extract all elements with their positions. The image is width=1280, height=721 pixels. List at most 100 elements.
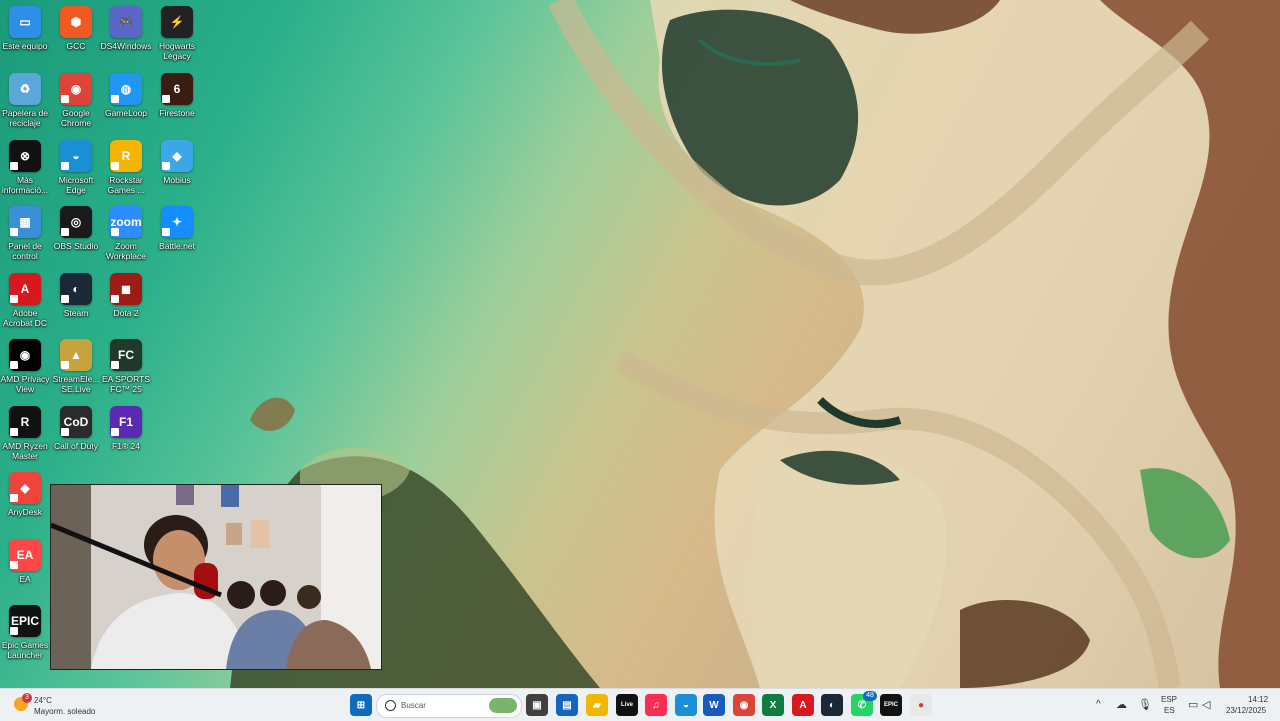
desktop-icon[interactable]: zoom Zoom Workplace: [101, 202, 151, 266]
desktop-icon[interactable]: F1 F1® 24: [101, 402, 151, 466]
desktop-icon-label: GameLoop: [104, 108, 148, 118]
shortcut-arrow-icon: [10, 561, 18, 569]
app-icon: ▭: [9, 6, 41, 38]
desktop-icon[interactable]: ⬢ GCC: [51, 2, 101, 66]
desktop-icon[interactable]: EA EA: [0, 535, 50, 599]
weather-widget[interactable]: 3 24°C Mayorm. soleado: [10, 691, 120, 719]
app-chrome[interactable]: ◉: [733, 694, 755, 716]
desktop-icon-label: AMD Ryzen Master: [2, 441, 48, 461]
desktop-icon[interactable]: R AMD Ryzen Master: [0, 402, 50, 466]
desktop-icon-label: Epic Games Launcher: [1, 640, 49, 660]
desktop-icon-label: Adobe Acrobat DC: [3, 308, 47, 328]
desktop-icon[interactable]: ◎ OBS Studio: [51, 202, 101, 266]
desktop-icon[interactable]: EPIC Epic Games Launcher: [0, 601, 50, 665]
desktop-icon[interactable]: ◉ AMD Privacy View: [0, 335, 50, 399]
desktop-icon[interactable]: ◆ AnyDesk: [0, 468, 50, 532]
desktop-icon[interactable]: ◉ Google Chrome: [51, 69, 101, 133]
desktop-icon-label: Papelera de reciclaje: [2, 108, 48, 128]
app-icon: 🎮: [110, 6, 142, 38]
shortcut-arrow-icon: [10, 162, 18, 170]
shortcut-arrow-icon: [111, 162, 119, 170]
shortcut-arrow-icon: [61, 295, 69, 303]
desktop-icon-label: StreamEle... SE.Live: [52, 374, 100, 394]
search-box[interactable]: Buscar: [376, 694, 522, 718]
desktop-icon[interactable]: CoD Call of Duty: [51, 402, 101, 466]
search-icon: [385, 700, 396, 711]
app-task-view[interactable]: ▣: [526, 694, 548, 716]
desktop-icon[interactable]: ✦ Battle.net: [152, 202, 202, 266]
shortcut-arrow-icon: [111, 428, 119, 436]
desktop-icon-label: Panel de control: [8, 241, 42, 261]
app-acrobat[interactable]: A: [792, 694, 814, 716]
desktop-icon[interactable]: ◒ Microsoft Edge: [51, 136, 101, 200]
shortcut-arrow-icon: [162, 228, 170, 236]
desktop-icon-label: Mobius: [163, 175, 191, 185]
desktop-icon-label: F1® 24: [112, 441, 140, 451]
desktop-icon[interactable]: ▲ StreamEle... SE.Live: [51, 335, 101, 399]
desktop-icon-label: EA: [19, 574, 31, 584]
shortcut-arrow-icon: [10, 361, 18, 369]
search-input[interactable]: Buscar: [401, 701, 426, 710]
shortcut-arrow-icon: [10, 627, 18, 635]
app-icon: ♻: [9, 73, 41, 105]
desktop-icon[interactable]: ◍ GameLoop: [101, 69, 151, 133]
shortcut-arrow-icon: [111, 95, 119, 103]
tray-language-top[interactable]: ESP: [1161, 695, 1177, 704]
shortcut-arrow-icon: [61, 95, 69, 103]
tray-onedrive-icon[interactable]: ☁: [1116, 698, 1127, 711]
app-steam[interactable]: ◐: [821, 694, 843, 716]
desktop-icon[interactable]: ♻ Papelera de reciclaje: [0, 69, 50, 133]
shortcut-arrow-icon: [111, 361, 119, 369]
app-epic[interactable]: EPIC: [880, 694, 902, 716]
tray-volume-icon[interactable]: ◁: [1202, 698, 1210, 711]
start-button[interactable]: ⊞: [350, 694, 372, 716]
tray-network-icon[interactable]: ▭: [1188, 698, 1198, 711]
desktop-icon[interactable]: R Rockstar Games ...: [101, 136, 151, 200]
shortcut-arrow-icon: [10, 428, 18, 436]
desktop-icon[interactable]: ▭ Este equipo: [0, 2, 50, 66]
desktop-icon[interactable]: ⊗ Más informació...: [0, 136, 50, 200]
desktop-icon[interactable]: ⚡ Hogwarts Legacy: [152, 2, 202, 66]
weather-badge: 3: [22, 693, 32, 703]
tray-mic-icon[interactable]: 🎙: [1138, 698, 1152, 711]
app-file-explorer[interactable]: ▰: [586, 694, 608, 716]
desktop-icon-label: AnyDesk: [7, 507, 42, 517]
tray-language-bottom[interactable]: ES: [1164, 706, 1175, 715]
desktop-icon[interactable]: 6 Firestone: [152, 69, 202, 133]
desktop-icon[interactable]: ◐ Steam: [51, 269, 101, 333]
shortcut-arrow-icon: [162, 162, 170, 170]
desktop-icon-label: Dota 2: [113, 308, 139, 318]
search-highlight-icon: [489, 698, 517, 713]
app-paint[interactable]: ●: [910, 694, 932, 716]
shortcut-arrow-icon: [61, 361, 69, 369]
shortcut-arrow-icon: [10, 295, 18, 303]
desktop-icon-label: EA SPORTS FC™ 25: [101, 374, 151, 394]
desktop-icon[interactable]: ◼ Dota 2: [101, 269, 151, 333]
app-edge[interactable]: ◒: [675, 694, 697, 716]
shortcut-arrow-icon: [10, 494, 18, 502]
desktop-icon[interactable]: FC EA SPORTS FC™ 25: [101, 335, 151, 399]
app-music[interactable]: ♫: [645, 694, 667, 716]
app-excel[interactable]: X: [762, 694, 784, 716]
desktop-icon[interactable]: 🎮 DS4Windows: [100, 2, 152, 66]
clock-date[interactable]: 23/12/2025: [1226, 706, 1266, 715]
app-store[interactable]: ▤: [556, 694, 578, 716]
weather-temp: 24°C: [34, 696, 52, 705]
desktop-icon[interactable]: ▦ Panel de control: [0, 202, 50, 266]
desktop-icon-label: Steam: [63, 308, 89, 318]
desktop-icon[interactable]: A Adobe Acrobat DC: [0, 269, 50, 333]
desktop-icon-label: GCC: [66, 41, 86, 51]
shortcut-arrow-icon: [111, 228, 119, 236]
desktop-icon-label: Rockstar Games ...: [107, 175, 145, 195]
desktop-icon-label: AMD Privacy View: [0, 374, 50, 394]
webcam-feed: [51, 485, 381, 669]
tray-overflow-chevron-icon[interactable]: ^: [1096, 699, 1101, 710]
desktop-icon-label: Firestone: [159, 108, 195, 118]
app-live[interactable]: Live: [616, 694, 638, 716]
desktop-icon-label: Microsoft Edge: [58, 175, 94, 195]
shortcut-arrow-icon: [10, 228, 18, 236]
clock-time[interactable]: 14:12: [1248, 695, 1268, 704]
app-word[interactable]: W: [703, 694, 725, 716]
desktop-icon[interactable]: ◆ Mobius: [152, 136, 202, 200]
shortcut-arrow-icon: [61, 162, 69, 170]
